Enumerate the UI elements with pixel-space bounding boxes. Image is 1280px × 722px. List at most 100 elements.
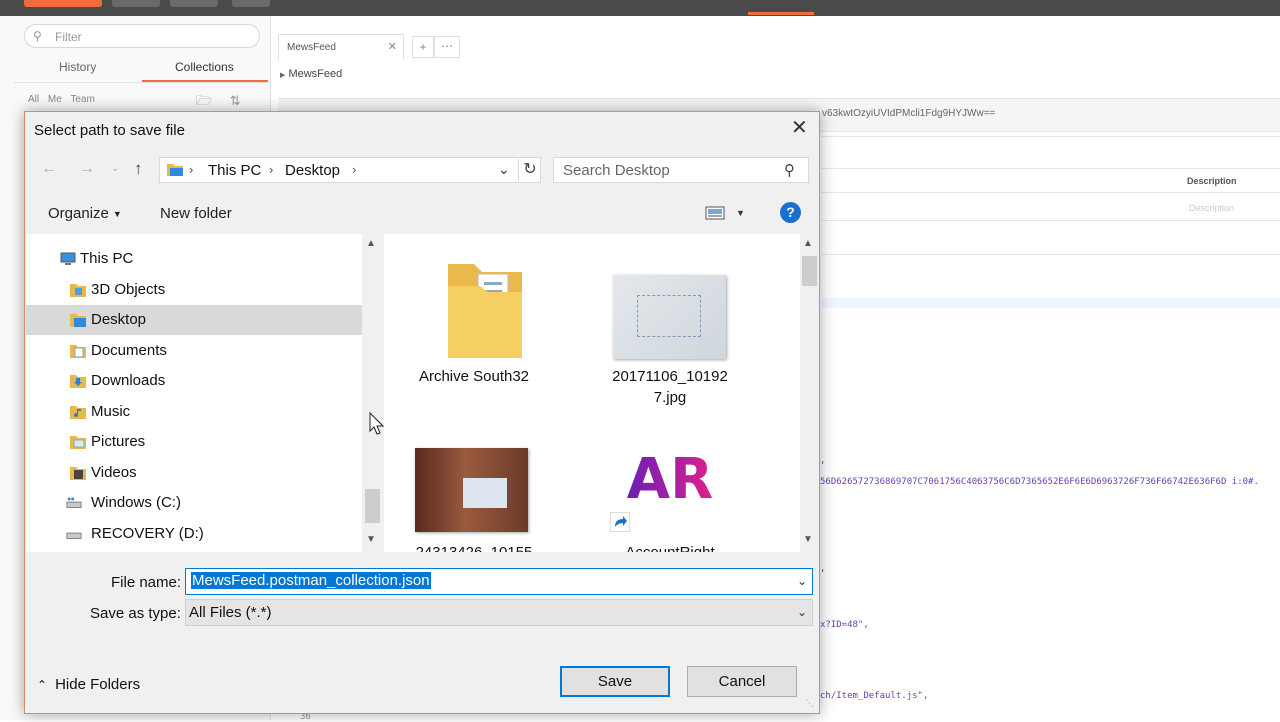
nav-item-music[interactable]: Music — [26, 397, 362, 427]
cancel-button[interactable]: Cancel — [687, 666, 797, 697]
address-bar[interactable]: › This PC › Desktop › ⌄ ↻ — [159, 157, 541, 183]
new-window-button[interactable] — [232, 0, 270, 7]
search-input[interactable]: Search Desktop ⚲ — [553, 157, 809, 183]
nav-item-desktop[interactable]: Desktop — [26, 305, 362, 335]
chevron-down-icon[interactable]: ⌄ — [797, 574, 807, 588]
save-type-label: Save as type: — [90, 605, 181, 622]
close-tab-icon[interactable]: ✕ — [388, 40, 397, 53]
address-segment-desktop[interactable]: Desktop — [285, 162, 340, 179]
nav-item-3d-objects[interactable]: 3D Objects — [26, 275, 362, 305]
whiteboard-sketch — [637, 295, 701, 337]
drive-d-icon — [66, 532, 82, 539]
highlighted-line — [822, 298, 1280, 308]
folder-icon — [448, 264, 522, 358]
folder-icon — [167, 164, 183, 176]
drive-c-icon — [66, 497, 82, 508]
sidebar-divider — [14, 82, 270, 83]
nav-item-videos[interactable]: Videos — [26, 458, 362, 488]
more-tabs-button[interactable]: ⋯ — [434, 36, 460, 58]
file-name-field[interactable]: MewsFeed.postman_collection.json ⌄ — [185, 568, 813, 595]
file-item-accountright[interactable]: AR AccountRight — [595, 428, 745, 552]
scroll-thumb[interactable] — [365, 489, 380, 523]
image-thumbnail — [415, 448, 528, 532]
code-line: x?ID=48", — [820, 620, 869, 630]
file-list-scrollbar[interactable]: ▲ ▼ — [800, 234, 818, 552]
up-arrow-icon[interactable]: ↑ — [134, 159, 143, 179]
divider — [822, 254, 1280, 255]
code-line: ch/Item_Default.js", — [820, 691, 929, 701]
tab-history[interactable]: History — [59, 60, 96, 74]
file-item-24313426[interactable]: 24313426_10155 — [399, 428, 549, 552]
close-icon[interactable]: ✕ — [791, 118, 808, 138]
runner-button[interactable] — [170, 0, 218, 7]
music-folder-icon — [70, 406, 86, 419]
file-name-label: File name: — [111, 574, 182, 591]
new-button[interactable] — [24, 0, 102, 7]
scroll-up-icon[interactable]: ▲ — [803, 238, 813, 249]
chevron-right-icon[interactable]: › — [269, 162, 273, 177]
divider — [822, 168, 1280, 169]
import-button[interactable] — [112, 0, 160, 7]
divider — [822, 192, 1280, 193]
downloads-folder-icon — [70, 375, 86, 388]
new-folder-button[interactable]: New folder — [160, 205, 232, 222]
file-item-archive-south32[interactable]: Archive South32 — [399, 254, 549, 394]
chevron-down-icon: ⌄ — [796, 605, 807, 619]
back-arrow-icon[interactable]: ← — [41, 160, 57, 178]
navigation-scrollbar[interactable]: ▲ ▼ — [363, 234, 381, 552]
sort-icon[interactable]: ⇅ — [230, 93, 241, 108]
nav-item-documents[interactable]: Documents — [26, 336, 362, 366]
breadcrumb: ▶ MewsFeed — [280, 68, 343, 80]
refresh-icon[interactable]: ↻ — [518, 159, 541, 181]
folder-3d-icon — [70, 284, 86, 297]
filter-me[interactable]: Me — [48, 94, 62, 105]
save-type-select[interactable]: All Files (*.*) ⌄ — [185, 599, 813, 626]
svg-text:AR: AR — [627, 447, 713, 512]
command-bar: Organize ▼ New folder ▼ ? — [25, 196, 819, 232]
auth-token-text: v63kwtOzyiUVIdPMcli1Fdg9HYJWw== — [822, 108, 996, 119]
caret-right-icon: ▶ — [280, 72, 286, 79]
address-segment-this-pc[interactable]: This PC — [208, 162, 261, 179]
collections-tab-indicator — [142, 80, 268, 82]
nav-item-pictures[interactable]: Pictures — [26, 427, 362, 457]
help-icon[interactable]: ? — [780, 202, 801, 223]
caret-down-icon[interactable]: ▼ — [736, 208, 745, 218]
scroll-down-icon[interactable]: ▼ — [803, 534, 813, 545]
code-line: , — [820, 564, 826, 574]
organize-button[interactable]: Organize ▼ — [48, 205, 122, 222]
file-item-20171106-jpg[interactable]: 20171106_10192 7.jpg — [595, 254, 745, 414]
new-tab-button[interactable]: + — [412, 36, 434, 58]
nav-item-recovery-d[interactable]: RECOVERY (D:) — [26, 519, 362, 549]
scroll-thumb[interactable] — [802, 256, 817, 286]
mouse-cursor-icon — [369, 412, 385, 435]
tab-collections[interactable]: Collections — [175, 60, 234, 74]
request-tab[interactable]: MewsFeed ✕ — [278, 34, 404, 60]
chevron-down-icon[interactable]: ⌄ — [498, 161, 510, 178]
scroll-up-icon[interactable]: ▲ — [366, 238, 376, 249]
shortcut-arrow-icon — [610, 512, 630, 532]
recent-locations-icon[interactable]: ⌄ — [111, 163, 119, 174]
filter-all[interactable]: All — [28, 94, 39, 105]
save-form: File name: MewsFeed.postman_collection.j… — [25, 552, 819, 712]
filter-team[interactable]: Team — [70, 94, 94, 105]
forward-arrow-icon[interactable]: → — [79, 160, 95, 178]
search-icon: ⚲ — [784, 162, 795, 179]
nav-item-windows-c[interactable]: Windows (C:) — [26, 488, 362, 518]
scroll-down-icon[interactable]: ▼ — [366, 534, 376, 545]
active-tab-indicator — [748, 12, 814, 15]
documents-folder-icon — [70, 345, 86, 358]
nav-item-downloads[interactable]: Downloads — [26, 366, 362, 396]
dialog-title: Select path to save file — [34, 122, 185, 139]
hide-folders-button[interactable]: ⌃ Hide Folders — [37, 676, 140, 693]
nav-item-this-pc[interactable]: This PC — [26, 244, 362, 274]
description-input[interactable]: Description — [1189, 203, 1234, 213]
save-button[interactable]: Save — [560, 666, 670, 697]
filter-input[interactable]: ⚲ Filter — [24, 24, 260, 48]
chevron-right-icon[interactable]: › — [352, 162, 356, 177]
sidebar-filters: All Me Team — [28, 94, 101, 105]
view-options-icon[interactable] — [705, 206, 725, 220]
new-collection-icon[interactable]: 🗁 — [196, 93, 212, 108]
resize-grip-icon[interactable]: ⋱ — [805, 698, 814, 709]
code-line: , — [820, 456, 826, 466]
chevron-right-icon: › — [189, 162, 194, 177]
